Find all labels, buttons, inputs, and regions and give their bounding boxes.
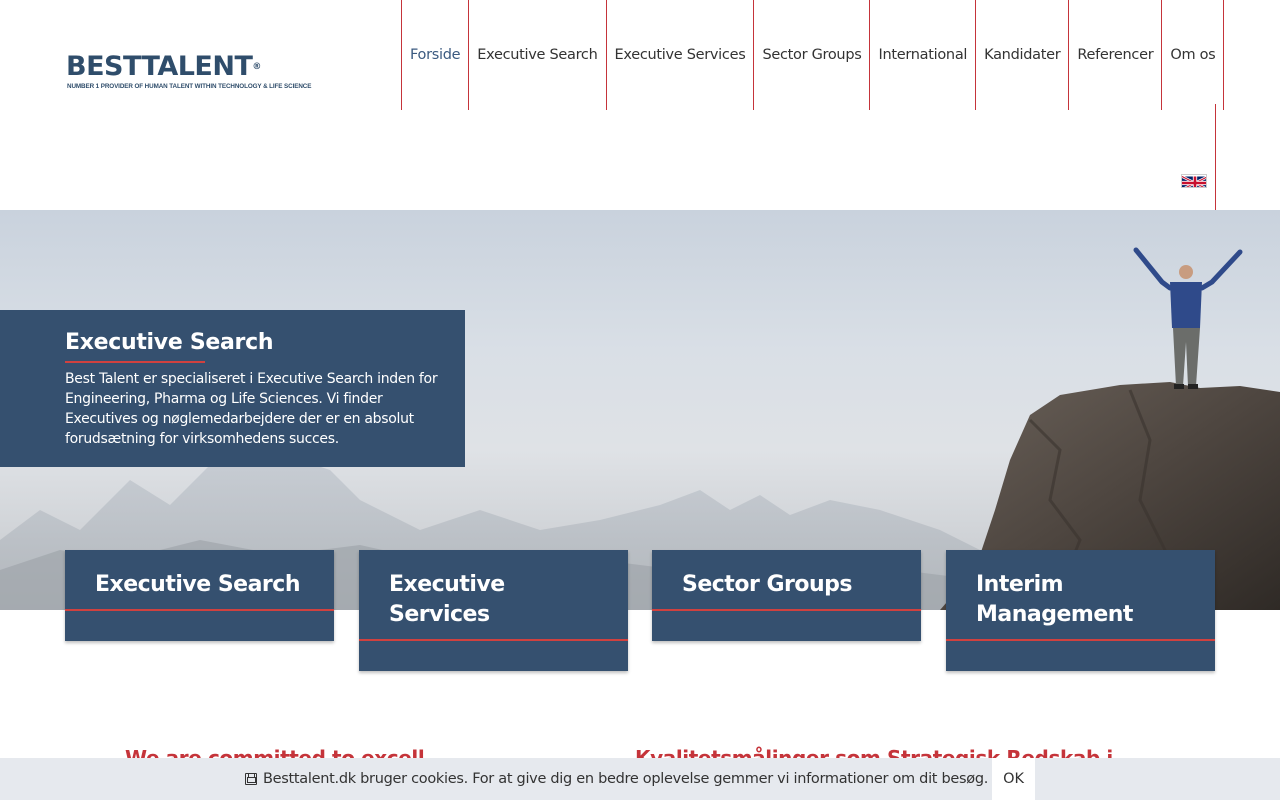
- nav-item-kandidater[interactable]: Kandidater: [975, 0, 1068, 110]
- site-header: BESTTALENT® NUMBER 1 PROVIDER OF HUMAN T…: [0, 0, 1280, 210]
- card-executive-search[interactable]: Executive Search: [65, 550, 334, 641]
- cookie-text: Besttalent.dk bruger cookies. For at giv…: [263, 771, 989, 787]
- person-figure: [1133, 247, 1243, 389]
- hero-description: Best Talent er specialiseret i Executive…: [65, 371, 438, 447]
- nav-item-forside[interactable]: Forside: [401, 0, 468, 110]
- nav-item-international[interactable]: International: [869, 0, 975, 110]
- nav-item-referencer[interactable]: Referencer: [1068, 0, 1161, 110]
- card-title: Interim Management: [976, 572, 1133, 627]
- language-divider: [1215, 104, 1216, 210]
- logo-tagline: NUMBER 1 PROVIDER OF HUMAN TALENT WITHIN…: [67, 83, 312, 90]
- hero-title-underline: [65, 361, 205, 363]
- nav-item-executive-search[interactable]: Executive Search: [468, 0, 605, 110]
- hero-title: Executive Search: [65, 330, 274, 355]
- card-sector-groups[interactable]: Sector Groups: [652, 550, 921, 641]
- floppy-disk-icon: [245, 773, 257, 785]
- main-nav: Forside Executive Search Executive Servi…: [401, 0, 1225, 110]
- nav-item-om-os[interactable]: Om os: [1161, 0, 1225, 110]
- card-title: Executive Services: [389, 572, 505, 627]
- cookie-ok-button[interactable]: OK: [992, 758, 1035, 800]
- besttalent-logo[interactable]: BESTTALENT® NUMBER 1 PROVIDER OF HUMAN T…: [66, 52, 312, 94]
- hero-text-box: Executive Search Best Talent er speciali…: [0, 310, 465, 467]
- card-interim-management[interactable]: Interim Management: [946, 550, 1215, 671]
- nav-item-executive-services[interactable]: Executive Services: [605, 0, 754, 110]
- card-executive-services[interactable]: Executive Services: [359, 550, 628, 671]
- card-title: Executive Search: [95, 572, 301, 597]
- logo-wordmark: BESTTALENT®: [66, 51, 261, 82]
- cookie-bar: Besttalent.dk bruger cookies. For at giv…: [0, 758, 1280, 800]
- uk-flag-icon[interactable]: [1181, 174, 1207, 188]
- card-title: Sector Groups: [682, 572, 852, 597]
- nav-item-sector-groups[interactable]: Sector Groups: [753, 0, 869, 110]
